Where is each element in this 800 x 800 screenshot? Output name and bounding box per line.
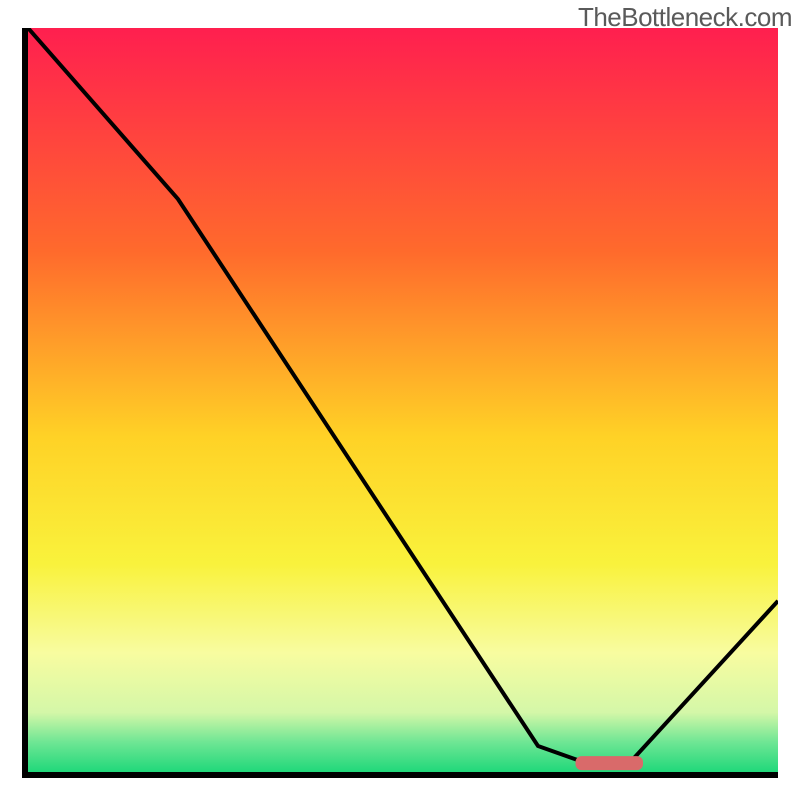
chart-background-gradient [28,28,778,772]
watermark-text: TheBottleneck.com [578,2,792,33]
chart-svg [28,28,778,772]
chart-container: TheBottleneck.com [0,0,800,800]
chart-plot-area [28,28,778,772]
chart-marker [576,756,644,770]
